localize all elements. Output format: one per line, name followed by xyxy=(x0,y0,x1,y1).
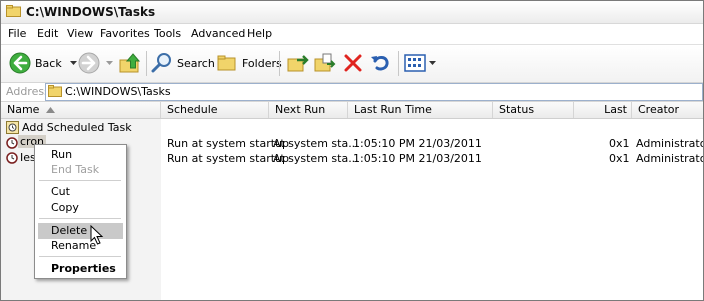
move-to-folder-icon xyxy=(287,55,309,72)
forward-dropdown-icon[interactable] xyxy=(106,60,113,66)
column-header-last-result[interactable]: Last Result xyxy=(574,102,632,131)
row-name: Add Scheduled Task xyxy=(22,121,132,134)
copy-to-button[interactable] xyxy=(314,51,336,75)
menu-view[interactable]: View xyxy=(67,27,93,40)
folder-icon xyxy=(48,85,62,97)
toolbar-separator xyxy=(398,51,399,76)
search-icon xyxy=(151,53,171,73)
folders-label: Folders xyxy=(242,56,282,70)
menu-advanced[interactable]: Advanced xyxy=(191,27,245,40)
menu-separator xyxy=(39,256,121,257)
address-bar: Address C:\WINDOWS\Tasks xyxy=(1,83,703,102)
row-last-run-time: 1:05:10 PM 21/03/2011 xyxy=(353,137,482,150)
window-title: C:\WINDOWS\Tasks xyxy=(26,5,156,19)
address-value: C:\WINDOWS\Tasks xyxy=(65,85,171,98)
views-button[interactable] xyxy=(404,51,436,75)
folder-icon xyxy=(6,5,21,17)
up-button[interactable] xyxy=(119,51,143,75)
menu-file[interactable]: File xyxy=(8,27,26,40)
column-header-label: Last Run Time xyxy=(354,103,432,116)
back-label: Back xyxy=(35,56,62,70)
undo-button[interactable] xyxy=(369,51,391,75)
table-row[interactable]: Add Scheduled Task xyxy=(1,120,703,135)
column-header-status[interactable]: Status xyxy=(493,102,574,118)
undo-icon xyxy=(371,55,389,71)
toolbar-separator xyxy=(279,51,280,76)
column-header-schedule[interactable]: Schedule xyxy=(161,102,269,118)
menu-item-properties[interactable]: Properties xyxy=(51,262,116,275)
search-button[interactable]: Search xyxy=(151,51,215,75)
copy-to-folder-icon xyxy=(314,53,336,72)
back-button[interactable]: Back xyxy=(9,51,77,75)
column-header-label: Name xyxy=(7,103,40,116)
title-bar[interactable]: C:\WINDOWS\Tasks xyxy=(1,1,703,24)
menu-item-delete[interactable]: Delete xyxy=(51,224,87,237)
context-menu: Run End Task Cut Copy Delete Rename Prop… xyxy=(34,144,127,279)
address-input[interactable]: C:\WINDOWS\Tasks xyxy=(45,83,703,101)
forward-arrow-icon xyxy=(78,52,100,74)
folder-up-icon xyxy=(119,53,141,73)
explorer-window: C:\WINDOWS\Tasks File Edit View Favorite… xyxy=(0,0,704,301)
column-header-label: Schedule xyxy=(167,103,218,116)
scheduled-task-icon xyxy=(6,152,18,164)
move-to-button[interactable] xyxy=(287,51,309,75)
menu-help[interactable]: Help xyxy=(247,27,272,40)
menu-edit[interactable]: Edit xyxy=(37,27,58,40)
column-header-last-run-time[interactable]: Last Run Time xyxy=(348,102,493,118)
column-headers: Name Schedule Next Run Time Last Run Tim… xyxy=(1,102,703,131)
add-scheduled-task-icon xyxy=(6,121,19,134)
toolbar: Back Search Folders xyxy=(1,45,703,83)
row-schedule: Run at system startup xyxy=(167,137,289,150)
back-dropdown-icon[interactable] xyxy=(69,60,77,66)
row-next-run-time: At system sta... xyxy=(273,152,359,165)
row-last-result: 0x1 xyxy=(609,137,630,150)
menu-separator xyxy=(39,218,121,219)
delete-x-icon xyxy=(344,54,362,72)
column-header-label: Status xyxy=(499,103,535,116)
row-creator: Administrator xyxy=(636,137,704,150)
column-header-next-run-time[interactable]: Next Run Time xyxy=(269,102,348,131)
row-creator: Administrator xyxy=(636,152,704,165)
column-header-creator[interactable]: Creator xyxy=(632,102,703,118)
folders-button[interactable]: Folders xyxy=(216,51,282,75)
forward-button[interactable] xyxy=(78,51,113,75)
menu-favorites[interactable]: Favorites xyxy=(100,27,150,40)
row-next-run-time: At system sta... xyxy=(273,137,359,150)
menu-item-end-task: End Task xyxy=(51,163,100,176)
folders-icon xyxy=(217,55,236,71)
views-dropdown-icon[interactable] xyxy=(429,60,436,66)
mouse-cursor-icon xyxy=(90,225,104,245)
toolbar-separator xyxy=(146,51,147,76)
menu-bar: File Edit View Favorites Tools Advanced … xyxy=(1,24,703,45)
menu-item-cut[interactable]: Cut xyxy=(51,185,70,198)
row-last-result: 0x1 xyxy=(609,152,630,165)
row-schedule: Run at system startup xyxy=(167,152,289,165)
column-header-name[interactable]: Name xyxy=(1,102,161,118)
sort-ascending-icon xyxy=(46,107,55,113)
menu-separator xyxy=(39,180,121,181)
search-label: Search xyxy=(177,56,215,70)
scheduled-task-icon xyxy=(6,137,18,149)
menu-tools[interactable]: Tools xyxy=(154,27,181,40)
views-grid-icon xyxy=(404,54,426,72)
back-arrow-icon xyxy=(9,52,31,74)
address-label: Address xyxy=(6,85,50,98)
delete-button[interactable] xyxy=(343,51,363,75)
menu-item-run[interactable]: Run xyxy=(51,148,72,161)
column-header-label: Creator xyxy=(638,103,680,116)
menu-item-copy[interactable]: Copy xyxy=(51,201,79,214)
row-last-run-time: 1:05:10 PM 21/03/2011 xyxy=(353,152,482,165)
